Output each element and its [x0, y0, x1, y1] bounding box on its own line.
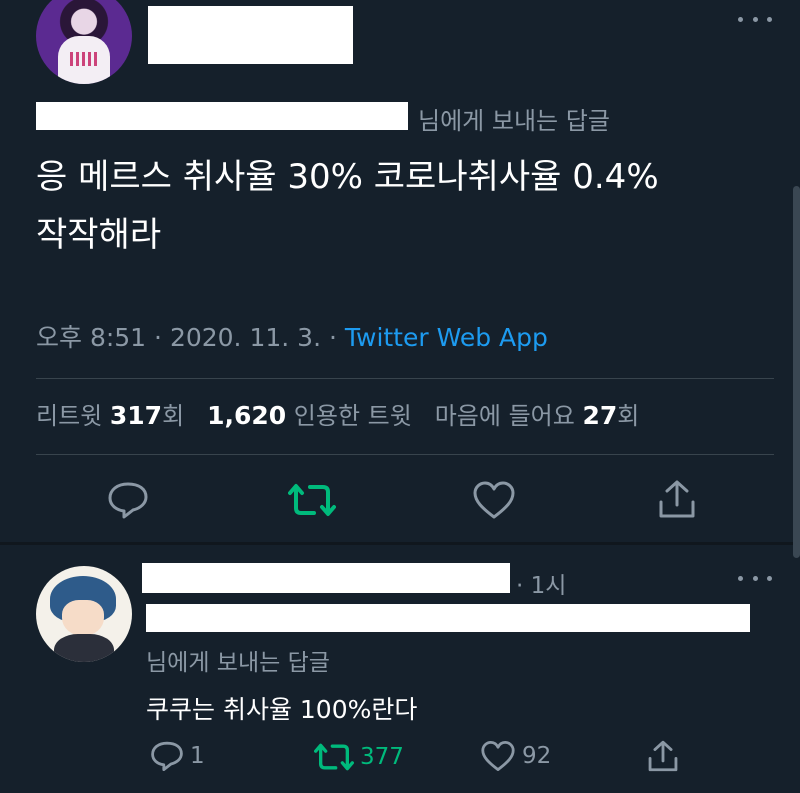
likes-unit: 회 — [617, 402, 640, 430]
divider — [36, 454, 774, 455]
retweet-icon — [314, 742, 354, 772]
retweets-unit: 회 — [162, 402, 185, 430]
meta-separator: · — [146, 323, 170, 352]
share-icon[interactable] — [646, 738, 680, 774]
more-icon[interactable] — [738, 573, 772, 583]
reply-to-handle-redacted — [146, 604, 750, 632]
reply-text: 쿠쿠는 취사율 100%란다 — [146, 695, 418, 724]
reply-icon[interactable] — [107, 480, 149, 520]
retweets-stat[interactable]: 리트윗 317회 — [36, 401, 185, 430]
like-button[interactable]: 92 — [480, 740, 551, 772]
tweet-date[interactable]: 2020. 11. 3. — [170, 323, 321, 352]
tweet-source-link[interactable]: Twitter Web App — [345, 323, 548, 352]
share-icon[interactable] — [656, 478, 698, 520]
quotes-label: 인용한 트윗 — [293, 402, 412, 430]
author-avatar[interactable] — [36, 0, 132, 84]
like-icon[interactable] — [472, 480, 516, 520]
reply-icon — [150, 740, 184, 772]
reply-author-name-redacted — [142, 563, 510, 593]
reply-button[interactable]: 1 — [150, 740, 205, 772]
reply-to-label: 님에게 보내는 답글 — [146, 650, 330, 676]
tweet-meta: 오후 8:51 · 2020. 11. 3. · Twitter Web App — [36, 318, 548, 354]
reply-to-handle-redacted — [36, 102, 408, 130]
more-icon[interactable] — [738, 14, 772, 24]
quotes-stat[interactable]: 1,620 인용한 트윗 — [207, 401, 412, 430]
reply-author-avatar[interactable] — [36, 566, 132, 662]
reply-to-label: 님에게 보내는 답글 — [418, 107, 610, 135]
reply-time[interactable]: · 1시 — [516, 566, 566, 600]
retweets-label: 리트윗 — [36, 402, 103, 430]
tweet-stats: 리트윗 317회 1,620 인용한 트윗 마음에 들어요 27회 — [36, 396, 639, 431]
retweet-button[interactable]: 377 — [314, 742, 404, 772]
like-count: 92 — [522, 743, 552, 769]
tweet-time: 오후 8:51 — [36, 323, 147, 352]
divider — [0, 542, 800, 545]
divider — [36, 378, 774, 379]
quotes-count: 1,620 — [207, 401, 287, 430]
retweets-count: 317 — [109, 401, 163, 430]
reply-count: 1 — [190, 743, 205, 769]
likes-stat[interactable]: 마음에 들어요 27회 — [434, 401, 640, 430]
retweet-count: 377 — [360, 744, 404, 770]
author-name-redacted — [148, 6, 353, 64]
meta-separator: · — [321, 323, 345, 352]
retweet-icon[interactable] — [288, 482, 336, 518]
like-icon — [480, 740, 516, 772]
likes-count: 27 — [582, 401, 618, 430]
likes-label: 마음에 들어요 — [434, 402, 575, 430]
scrollbar[interactable] — [793, 186, 800, 558]
tweet-text: 응 메르스 취사율 30% 코로나취사율 0.4% 작작해라 — [36, 157, 659, 255]
